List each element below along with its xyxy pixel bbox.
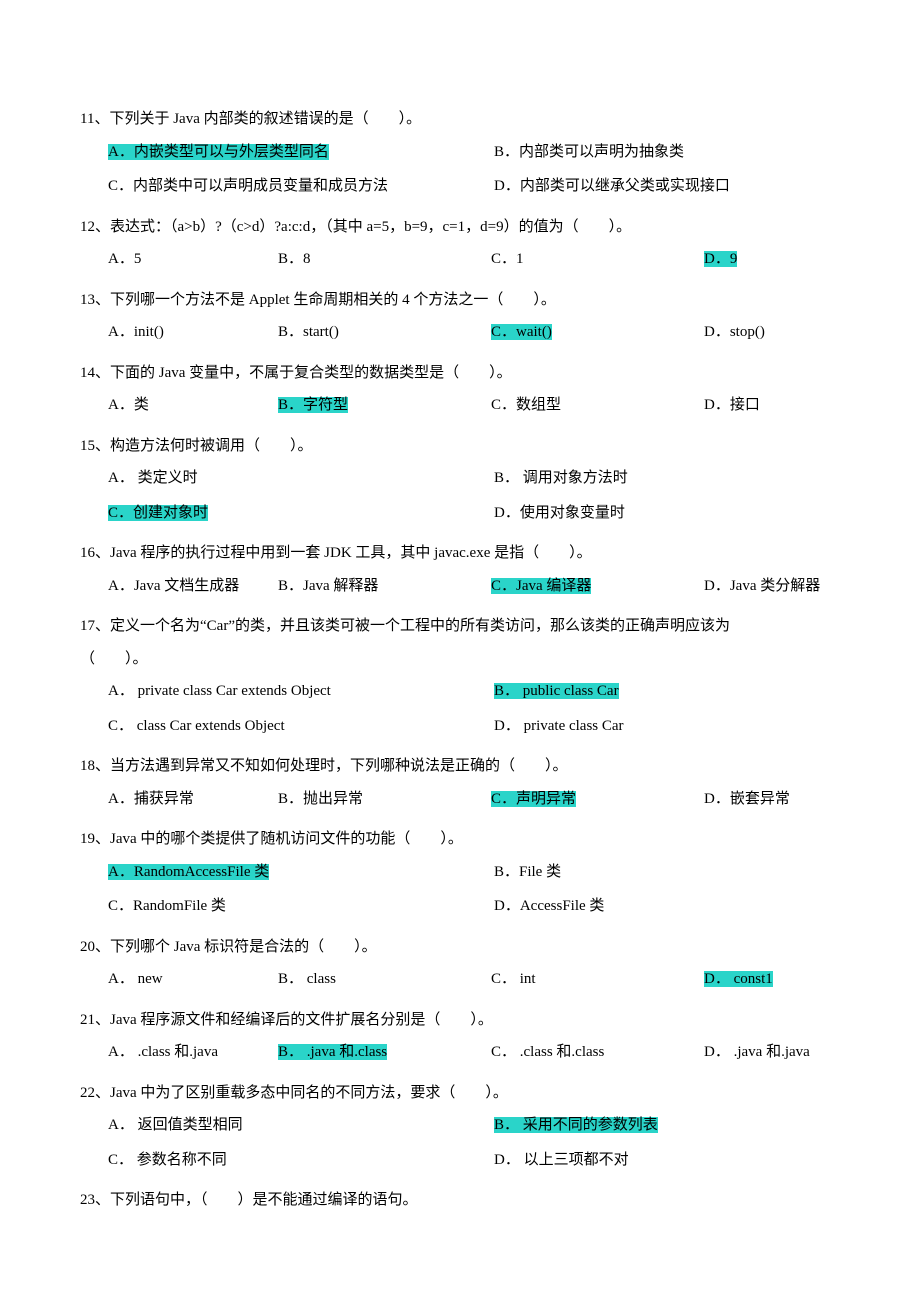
option-c: C．1 [491,248,704,271]
option-b: B． 调用对象方法时 [494,467,840,490]
option-row: A．Java 文档生成器B．Java 解释器C．Java 编译器D．Java 类… [80,575,840,598]
option-d: D．stop() [704,321,840,344]
option-a: A．类 [108,394,278,417]
question-stem: 14、下面的 Java 变量中，不属于复合类型的数据类型是（ ）。 [80,362,840,385]
option-d: D． .java 和.java [704,1041,840,1064]
option-b: B．File 类 [494,861,840,884]
option-a: A． private class Car extends Object [108,680,494,703]
option-row: C．RandomFile 类D．AccessFile 类 [80,895,840,918]
question-stem: 15、构造方法何时被调用（ ）。 [80,435,840,458]
option-row: A．5B．8C．1D．9 [80,248,840,271]
option-a: A． 返回值类型相同 [108,1114,494,1137]
option-b: B．start() [278,321,491,344]
option-b: B．8 [278,248,491,271]
option-d: D． const1 [704,968,840,991]
question-stem: 20、下列哪个 Java 标识符是合法的（ ）。 [80,936,840,959]
option-row: C．创建对象时D．使用对象变量时 [80,502,840,525]
option-c: C． 参数名称不同 [108,1149,494,1172]
option-row: A． .class 和.javaB． .java 和.classC． .clas… [80,1041,840,1064]
option-b: B． 采用不同的参数列表 [494,1114,840,1137]
option-b: B．字符型 [278,394,491,417]
option-c: C．wait() [491,321,704,344]
option-d: D．Java 类分解器 [704,575,840,598]
option-row: A．类B．字符型C．数组型D．接口 [80,394,840,417]
question-stem: 12、表达式：（a>b）?（c>d）?a:c:d，（其中 a=5，b=9，c=1… [80,216,840,239]
option-d: D．接口 [704,394,840,417]
option-b: B．抛出异常 [278,788,491,811]
option-d: D．内部类可以继承父类或实现接口 [494,175,840,198]
option-a: A．Java 文档生成器 [108,575,278,598]
option-c: C．创建对象时 [108,502,494,525]
option-row: A． private class Car extends ObjectB． pu… [80,680,840,703]
option-row: A． 类定义时B． 调用对象方法时 [80,467,840,490]
option-d: D．嵌套异常 [704,788,840,811]
option-a: A．内嵌类型可以与外层类型同名 [108,141,494,164]
exam-page: 11、下列关于 Java 内部类的叙述错误的是（ ）。 A．内嵌类型可以与外层类型… [80,108,840,1212]
option-c: C．内部类中可以声明成员变量和成员方法 [108,175,494,198]
option-d: D．9 [704,248,840,271]
option-c: C．数组型 [491,394,704,417]
question-stem: 22、Java 中为了区别重载多态中同名的不同方法，要求（ ）。 [80,1082,840,1105]
option-row: A． 返回值类型相同B． 采用不同的参数列表 [80,1114,840,1137]
question-stem: 11、下列关于 Java 内部类的叙述错误的是（ ）。 [80,108,840,131]
option-b: B．Java 解释器 [278,575,491,598]
question-stem: 23、下列语句中，（ ）是不能通过编译的语句。 [80,1189,840,1212]
option-a: A．RandomAccessFile 类 [108,861,494,884]
question-stem: 17、定义一个名为“Car”的类，并且该类可被一个工程中的所有类访问，那么该类的… [80,615,840,638]
option-c: C．RandomFile 类 [108,895,494,918]
question-stem: 16、Java 程序的执行过程中用到一套 JDK 工具，其中 javac.exe… [80,542,840,565]
option-row: C．内部类中可以声明成员变量和成员方法D．内部类可以继承父类或实现接口 [80,175,840,198]
option-a: A．捕获异常 [108,788,278,811]
option-b: B． .java 和.class [278,1041,491,1064]
option-c: C．Java 编译器 [491,575,704,598]
question-stem-cont: （ ）。 [80,648,840,671]
option-c: C．声明异常 [491,788,704,811]
option-a: A． 类定义时 [108,467,494,490]
question-stem: 18、当方法遇到异常又不知如何处理时，下列哪种说法是正确的（ ）。 [80,755,840,778]
option-d: D．AccessFile 类 [494,895,840,918]
option-a: A．init() [108,321,278,344]
option-row: A．内嵌类型可以与外层类型同名B．内部类可以声明为抽象类 [80,141,840,164]
option-d: D． 以上三项都不对 [494,1149,840,1172]
option-a: A． new [108,968,278,991]
option-d: D．使用对象变量时 [494,502,840,525]
question-stem: 19、Java 中的哪个类提供了随机访问文件的功能（ ）。 [80,828,840,851]
option-c: C． class Car extends Object [108,715,494,738]
question-stem: 13、下列哪一个方法不是 Applet 生命周期相关的 4 个方法之一（ ）。 [80,289,840,312]
question-stem: 21、Java 程序源文件和经编译后的文件扩展名分别是（ ）。 [80,1009,840,1032]
option-row: A．init()B．start()C．wait()D．stop() [80,321,840,344]
option-b: B． public class Car [494,680,840,703]
option-row: A． newB． classC． intD． const1 [80,968,840,991]
option-d: D． private class Car [494,715,840,738]
option-c: C． .class 和.class [491,1041,704,1064]
option-row: A．捕获异常B．抛出异常C．声明异常D．嵌套异常 [80,788,840,811]
option-b: B． class [278,968,491,991]
option-a: A．5 [108,248,278,271]
option-a: A． .class 和.java [108,1041,278,1064]
option-row: C． class Car extends ObjectD． private cl… [80,715,840,738]
option-row: C． 参数名称不同D． 以上三项都不对 [80,1149,840,1172]
option-c: C． int [491,968,704,991]
option-b: B．内部类可以声明为抽象类 [494,141,840,164]
option-row: A．RandomAccessFile 类B．File 类 [80,861,840,884]
